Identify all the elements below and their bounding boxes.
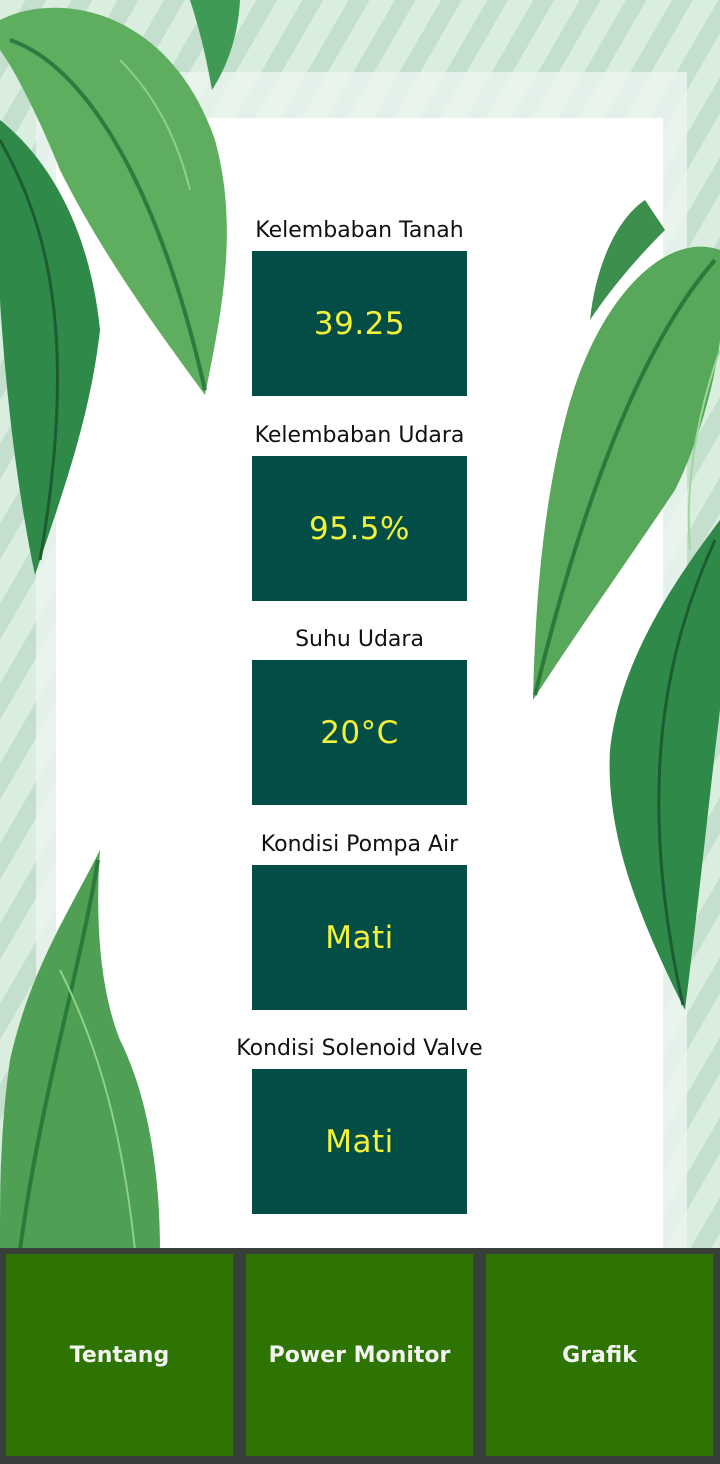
sensor-label: Kondisi Pompa Air xyxy=(260,832,459,857)
sensor-air-humidity: Kelembaban Udara 95.5% xyxy=(252,423,467,601)
sensor-value: 39.25 xyxy=(313,305,406,342)
sensor-value-box: 39.25 xyxy=(252,251,467,396)
sensor-water-pump: Kondisi Pompa Air Mati xyxy=(252,832,467,1010)
sensor-label: Kelembaban Udara xyxy=(254,423,465,448)
bottom-nav-bar: Tentang Power Monitor Grafik xyxy=(0,1248,720,1464)
sensor-value: 95.5% xyxy=(309,510,410,547)
sensor-soil-moisture: Kelembaban Tanah 39.25 xyxy=(252,218,467,396)
sensor-solenoid-valve: Kondisi Solenoid Valve Mati xyxy=(236,1036,483,1214)
sensor-label: Kelembaban Tanah xyxy=(255,218,464,243)
sensor-value-box: 20°C xyxy=(252,660,467,805)
sensor-value-box: 95.5% xyxy=(252,456,467,601)
sensor-label: Suhu Udara xyxy=(295,627,424,652)
sensor-value-box: Mati xyxy=(252,1069,467,1214)
chart-button[interactable]: Grafik xyxy=(486,1254,713,1456)
sensor-value-box: Mati xyxy=(252,865,467,1010)
power-monitor-button[interactable]: Power Monitor xyxy=(246,1254,473,1456)
sensor-air-temperature: Suhu Udara 20°C xyxy=(252,627,467,805)
sensor-value: Mati xyxy=(325,919,394,956)
sensor-value: Mati xyxy=(325,1123,394,1160)
sensor-label: Kondisi Solenoid Valve xyxy=(236,1036,483,1061)
sensor-value: 20°C xyxy=(320,714,399,751)
about-button[interactable]: Tentang xyxy=(6,1254,233,1456)
